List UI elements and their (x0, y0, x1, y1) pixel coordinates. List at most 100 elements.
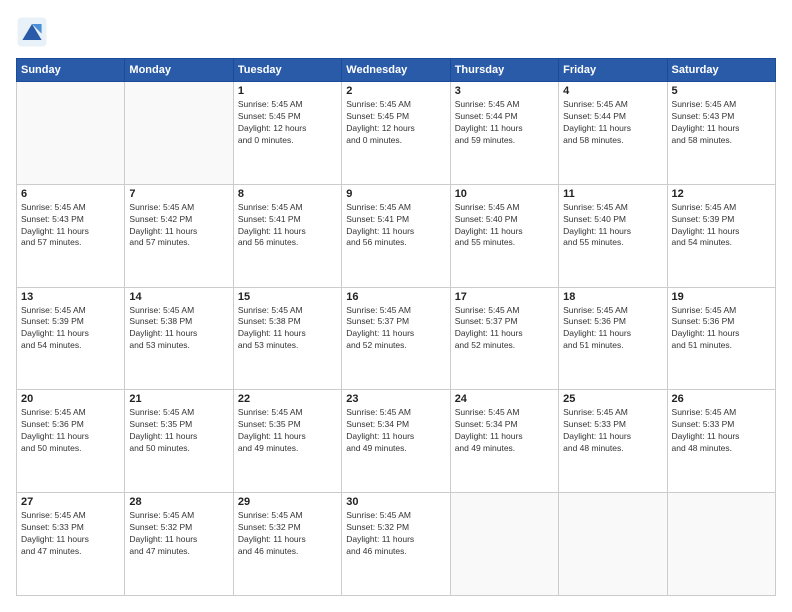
day-number: 23 (346, 393, 445, 405)
day-detail: Sunrise: 5:45 AM Sunset: 5:34 PM Dayligh… (346, 407, 445, 455)
day-number: 4 (563, 85, 662, 97)
day-detail: Sunrise: 5:45 AM Sunset: 5:35 PM Dayligh… (129, 407, 228, 455)
header (16, 16, 776, 48)
logo (16, 16, 50, 48)
day-detail: Sunrise: 5:45 AM Sunset: 5:35 PM Dayligh… (238, 407, 337, 455)
day-detail: Sunrise: 5:45 AM Sunset: 5:45 PM Dayligh… (238, 99, 337, 147)
day-number: 17 (455, 291, 554, 303)
day-number: 28 (129, 496, 228, 508)
calendar-week-4: 20 Sunrise: 5:45 AM Sunset: 5:36 PM Dayli… (17, 390, 776, 493)
day-number: 14 (129, 291, 228, 303)
day-number: 10 (455, 188, 554, 200)
day-detail: Sunrise: 5:45 AM Sunset: 5:40 PM Dayligh… (455, 202, 554, 250)
day-detail: Sunrise: 5:45 AM Sunset: 5:36 PM Dayligh… (563, 305, 662, 353)
day-number: 18 (563, 291, 662, 303)
calendar-cell: 25 Sunrise: 5:45 AM Sunset: 5:33 PM Dayli… (559, 390, 667, 493)
calendar-cell: 9Sunrise: 5:45 AM Sunset: 5:41 PM Daylig… (342, 184, 450, 287)
calendar-cell: 24 Sunrise: 5:45 AM Sunset: 5:34 PM Dayli… (450, 390, 558, 493)
day-number: 6 (21, 188, 120, 200)
calendar-cell: 10 Sunrise: 5:45 AM Sunset: 5:40 PM Dayli… (450, 184, 558, 287)
day-number: 24 (455, 393, 554, 405)
weekday-header-sunday: Sunday (17, 59, 125, 82)
calendar-cell: 20 Sunrise: 5:45 AM Sunset: 5:36 PM Dayli… (17, 390, 125, 493)
calendar-cell: 4 Sunrise: 5:45 AM Sunset: 5:44 PM Daylig… (559, 82, 667, 185)
day-detail: Sunrise: 5:45 AM Sunset: 5:38 PM Dayligh… (238, 305, 337, 353)
day-number: 21 (129, 393, 228, 405)
day-detail: Sunrise: 5:45 AM Sunset: 5:37 PM Dayligh… (346, 305, 445, 353)
calendar-cell (559, 493, 667, 596)
day-detail: Sunrise: 5:45 AM Sunset: 5:44 PM Dayligh… (455, 99, 554, 147)
calendar-cell: 17 Sunrise: 5:45 AM Sunset: 5:37 PM Dayli… (450, 287, 558, 390)
weekday-header-saturday: Saturday (667, 59, 775, 82)
day-number: 12 (672, 188, 771, 200)
weekday-header-tuesday: Tuesday (233, 59, 341, 82)
day-detail: Sunrise: 5:45 AM Sunset: 5:44 PM Dayligh… (563, 99, 662, 147)
day-detail: Sunrise: 5:45 AM Sunset: 5:39 PM Dayligh… (672, 202, 771, 250)
calendar-week-5: 27 Sunrise: 5:45 AM Sunset: 5:33 PM Dayli… (17, 493, 776, 596)
calendar-cell: 18 Sunrise: 5:45 AM Sunset: 5:36 PM Dayli… (559, 287, 667, 390)
calendar-week-2: 6 Sunrise: 5:45 AM Sunset: 5:43 PM Daylig… (17, 184, 776, 287)
day-number: 16 (346, 291, 445, 303)
calendar-cell: 11 Sunrise: 5:45 AM Sunset: 5:40 PM Dayli… (559, 184, 667, 287)
day-number: 5 (672, 85, 771, 97)
calendar-cell: 22 Sunrise: 5:45 AM Sunset: 5:35 PM Dayli… (233, 390, 341, 493)
day-number: 27 (21, 496, 120, 508)
day-number: 2 (346, 85, 445, 97)
day-number: 15 (238, 291, 337, 303)
day-detail: Sunrise: 5:45 AM Sunset: 5:32 PM Dayligh… (346, 510, 445, 558)
day-detail: Sunrise: 5:45 AM Sunset: 5:45 PM Dayligh… (346, 99, 445, 147)
day-detail: Sunrise: 5:45 AM Sunset: 5:41 PM Dayligh… (346, 202, 445, 250)
day-detail: Sunrise: 5:45 AM Sunset: 5:37 PM Dayligh… (455, 305, 554, 353)
weekday-header-friday: Friday (559, 59, 667, 82)
day-detail: Sunrise: 5:45 AM Sunset: 5:39 PM Dayligh… (21, 305, 120, 353)
weekday-header-wednesday: Wednesday (342, 59, 450, 82)
day-number: 11 (563, 188, 662, 200)
calendar-cell: 23 Sunrise: 5:45 AM Sunset: 5:34 PM Dayli… (342, 390, 450, 493)
calendar-cell: 14Sunrise: 5:45 AM Sunset: 5:38 PM Dayli… (125, 287, 233, 390)
calendar-cell (450, 493, 558, 596)
day-number: 1 (238, 85, 337, 97)
calendar-cell: 15 Sunrise: 5:45 AM Sunset: 5:38 PM Dayli… (233, 287, 341, 390)
calendar-cell: 28 Sunrise: 5:45 AM Sunset: 5:32 PM Dayli… (125, 493, 233, 596)
calendar-cell: 19 Sunrise: 5:45 AM Sunset: 5:36 PM Dayli… (667, 287, 775, 390)
calendar-cell: 13 Sunrise: 5:45 AM Sunset: 5:39 PM Dayli… (17, 287, 125, 390)
day-number: 8 (238, 188, 337, 200)
day-detail: Sunrise: 5:45 AM Sunset: 5:34 PM Dayligh… (455, 407, 554, 455)
day-detail: Sunrise: 5:45 AM Sunset: 5:41 PM Dayligh… (238, 202, 337, 250)
day-detail: Sunrise: 5:45 AM Sunset: 5:42 PM Dayligh… (129, 202, 228, 250)
calendar-cell: 12 Sunrise: 5:45 AM Sunset: 5:39 PM Dayli… (667, 184, 775, 287)
day-detail: Sunrise: 5:45 AM Sunset: 5:33 PM Dayligh… (563, 407, 662, 455)
logo-icon (16, 16, 48, 48)
calendar-cell (125, 82, 233, 185)
day-number: 22 (238, 393, 337, 405)
day-number: 19 (672, 291, 771, 303)
day-number: 25 (563, 393, 662, 405)
day-detail: Sunrise: 5:45 AM Sunset: 5:33 PM Dayligh… (672, 407, 771, 455)
weekday-header-monday: Monday (125, 59, 233, 82)
calendar-cell: 29 Sunrise: 5:45 AM Sunset: 5:32 PM Dayli… (233, 493, 341, 596)
weekday-header-row: SundayMondayTuesdayWednesdayThursdayFrid… (17, 59, 776, 82)
calendar-table: SundayMondayTuesdayWednesdayThursdayFrid… (16, 58, 776, 596)
day-detail: Sunrise: 5:45 AM Sunset: 5:32 PM Dayligh… (238, 510, 337, 558)
day-number: 7 (129, 188, 228, 200)
calendar-cell (17, 82, 125, 185)
calendar-cell: 1 Sunrise: 5:45 AM Sunset: 5:45 PM Daylig… (233, 82, 341, 185)
day-detail: Sunrise: 5:45 AM Sunset: 5:43 PM Dayligh… (21, 202, 120, 250)
day-number: 29 (238, 496, 337, 508)
day-detail: Sunrise: 5:45 AM Sunset: 5:36 PM Dayligh… (672, 305, 771, 353)
day-number: 20 (21, 393, 120, 405)
day-number: 13 (21, 291, 120, 303)
day-detail: Sunrise: 5:45 AM Sunset: 5:36 PM Dayligh… (21, 407, 120, 455)
calendar-cell: 30 Sunrise: 5:45 AM Sunset: 5:32 PM Dayli… (342, 493, 450, 596)
day-number: 3 (455, 85, 554, 97)
calendar-cell: 21 Sunrise: 5:45 AM Sunset: 5:35 PM Dayli… (125, 390, 233, 493)
calendar-cell: 7 Sunrise: 5:45 AM Sunset: 5:42 PM Daylig… (125, 184, 233, 287)
day-number: 30 (346, 496, 445, 508)
calendar-cell: 8 Sunrise: 5:45 AM Sunset: 5:41 PM Daylig… (233, 184, 341, 287)
day-detail: Sunrise: 5:45 AM Sunset: 5:32 PM Dayligh… (129, 510, 228, 558)
page: SundayMondayTuesdayWednesdayThursdayFrid… (0, 0, 792, 612)
calendar-cell: 26Sunrise: 5:45 AM Sunset: 5:33 PM Dayli… (667, 390, 775, 493)
day-detail: Sunrise: 5:45 AM Sunset: 5:40 PM Dayligh… (563, 202, 662, 250)
day-detail: Sunrise: 5:45 AM Sunset: 5:33 PM Dayligh… (21, 510, 120, 558)
day-detail: Sunrise: 5:45 AM Sunset: 5:43 PM Dayligh… (672, 99, 771, 147)
